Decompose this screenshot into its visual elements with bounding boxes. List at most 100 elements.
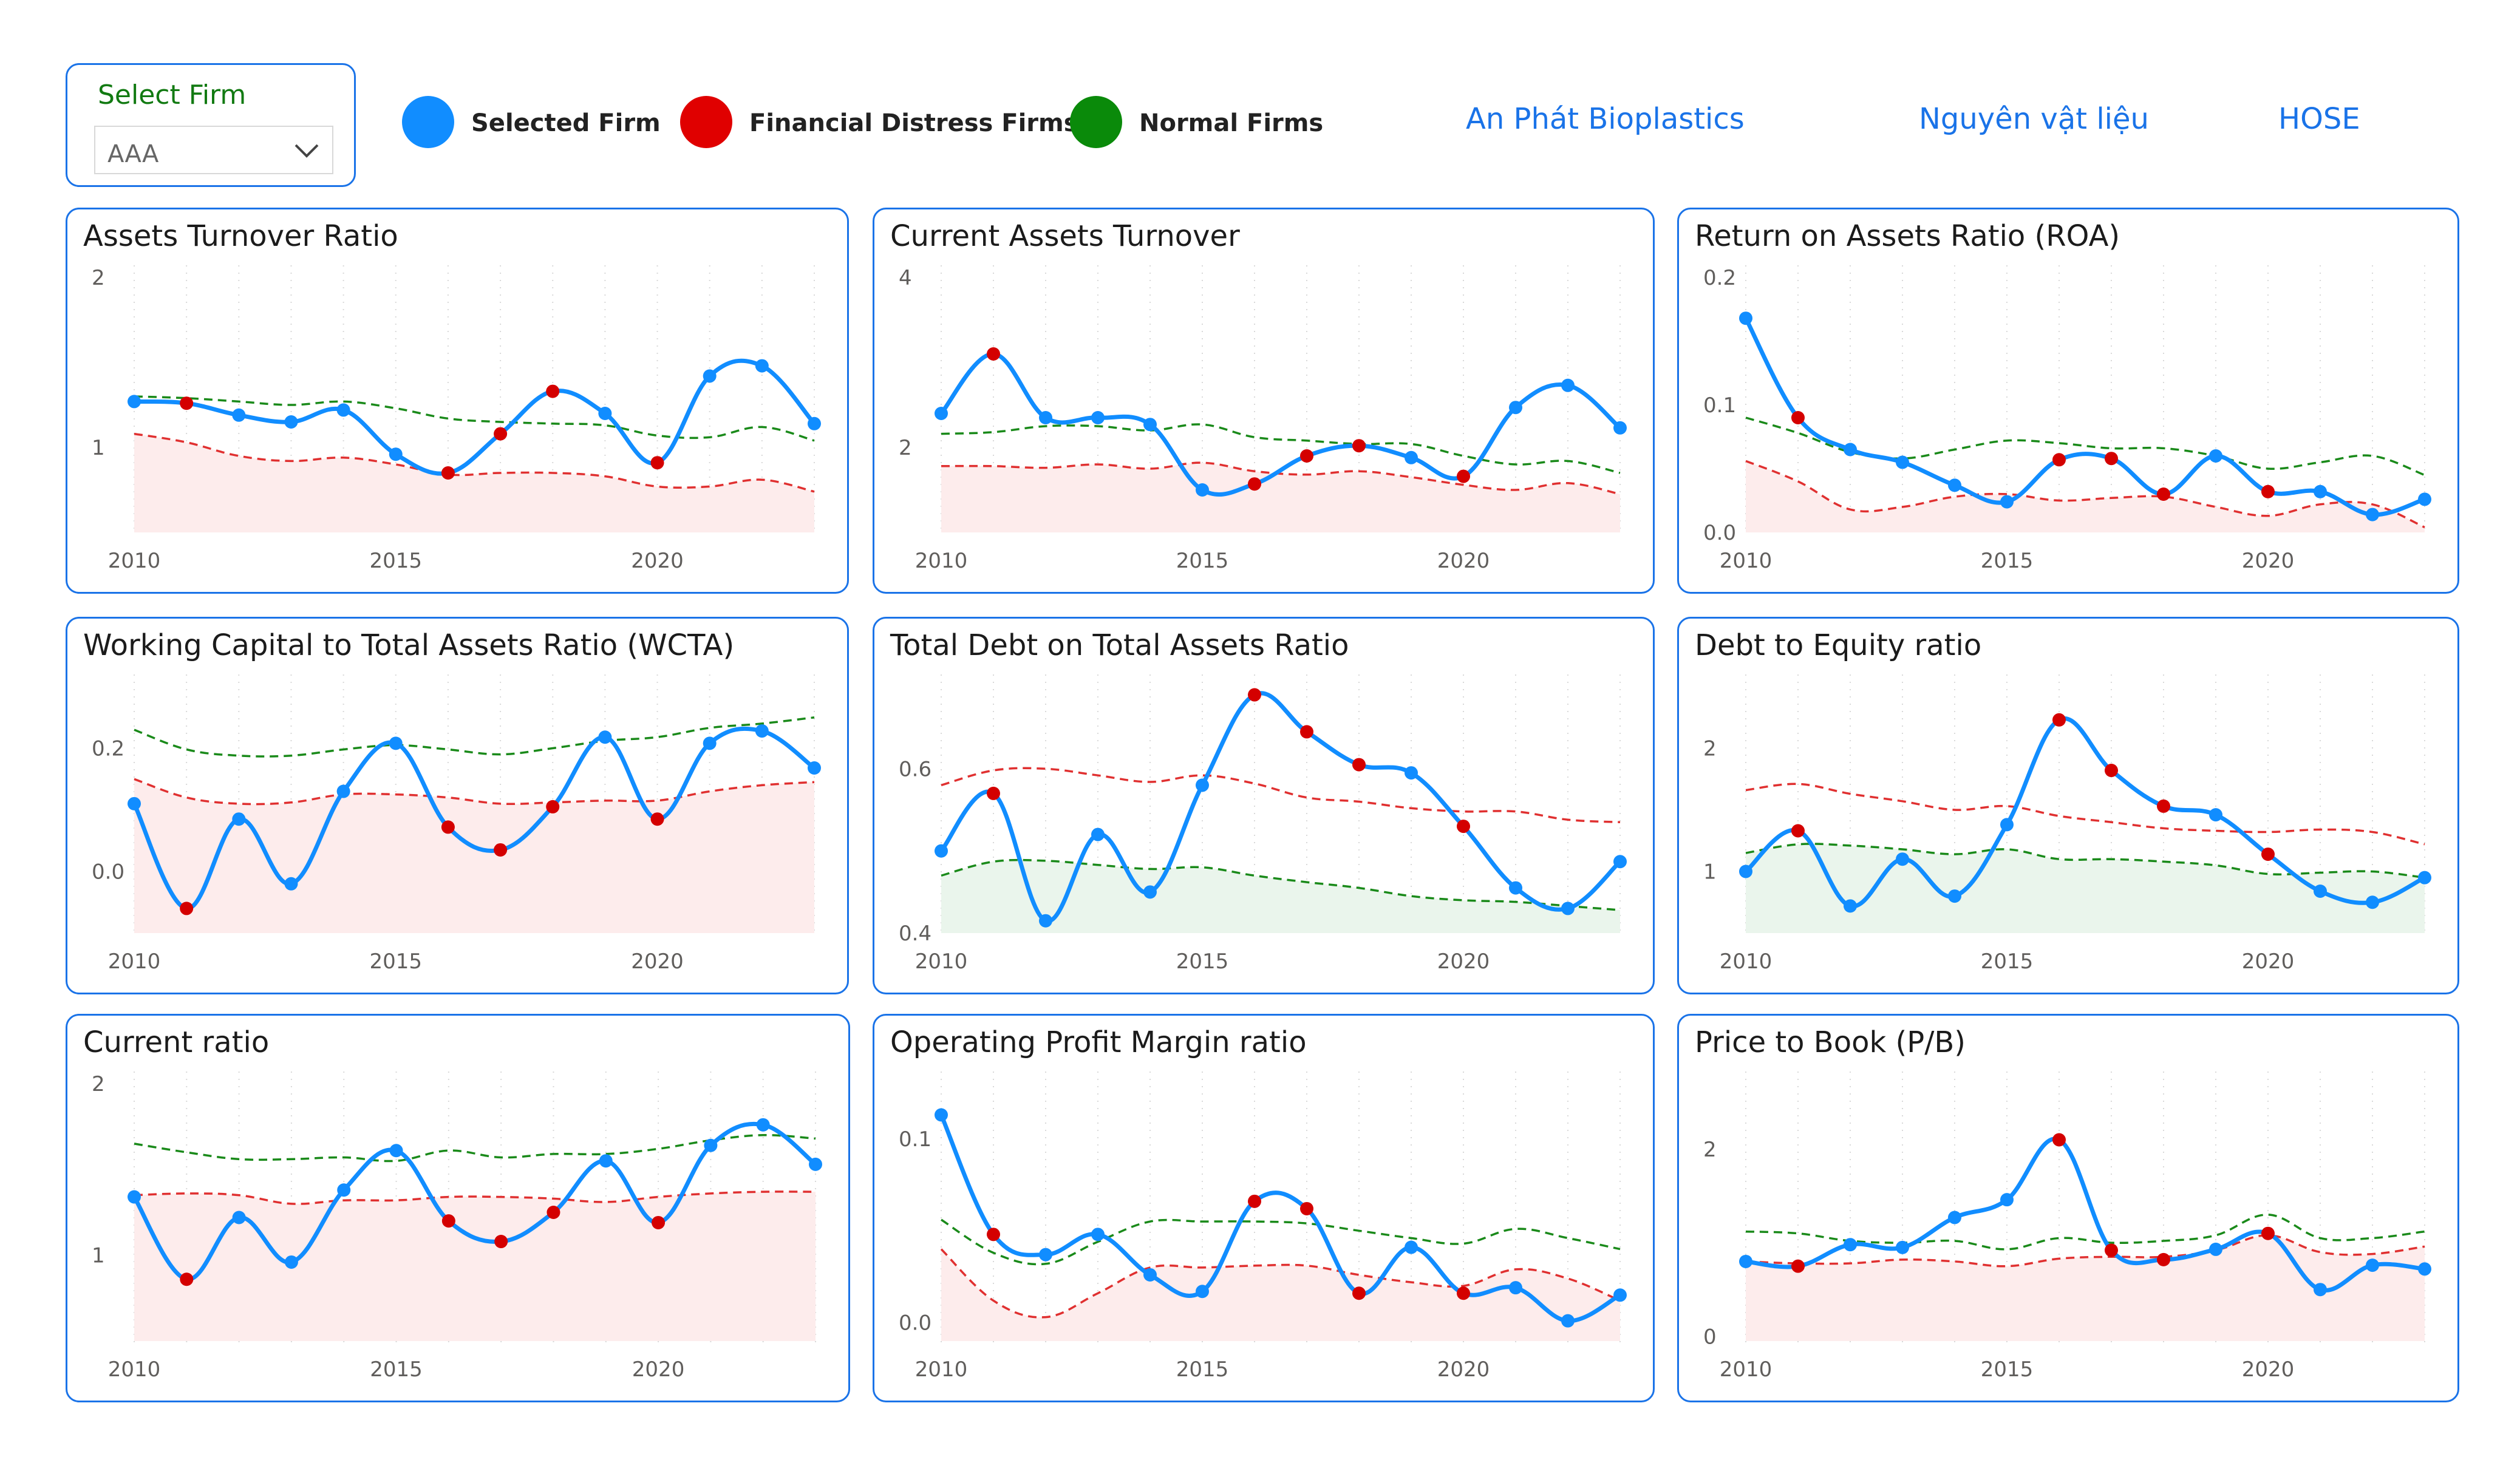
data-point-selected[interactable] [1896,852,1909,866]
data-point-selected[interactable] [284,415,298,429]
data-point-selected[interactable] [808,761,821,775]
data-point-selected[interactable] [1143,885,1157,899]
data-point-selected[interactable] [598,730,612,744]
data-point-selected[interactable] [935,407,948,420]
data-point-distress[interactable] [987,347,1000,361]
data-point-distress[interactable] [1248,477,1261,491]
data-point-selected[interactable] [389,447,403,461]
data-point-selected[interactable] [1844,899,1857,913]
data-point-selected[interactable] [935,1108,948,1122]
data-point-selected[interactable] [1196,778,1209,792]
data-point-selected[interactable] [599,1154,613,1168]
data-point-selected[interactable] [1039,1248,1052,1262]
data-point-selected[interactable] [284,1255,298,1269]
data-point-distress[interactable] [650,812,664,826]
data-point-distress[interactable] [2157,799,2170,813]
data-point-distress[interactable] [547,1206,560,1219]
data-point-selected[interactable] [2418,492,2431,506]
data-point-selected[interactable] [755,724,769,738]
data-point-selected[interactable] [1509,881,1522,895]
data-point-distress[interactable] [2052,1133,2066,1147]
data-point-selected[interactable] [2314,884,2327,898]
data-point-distress[interactable] [2157,1252,2170,1266]
data-point-selected[interactable] [1948,1211,1961,1224]
data-point-selected[interactable] [703,369,717,383]
data-point-distress[interactable] [494,427,508,441]
data-point-selected[interactable] [704,1138,718,1152]
data-point-distress[interactable] [1300,449,1313,463]
data-point-selected[interactable] [1739,864,1752,878]
data-point-selected[interactable] [389,1144,403,1158]
data-point-selected[interactable] [1143,418,1157,432]
data-point-selected[interactable] [2209,1242,2222,1256]
data-point-selected[interactable] [232,408,246,422]
data-point-distress[interactable] [1248,688,1261,702]
data-point-distress[interactable] [1300,1201,1313,1215]
data-point-selected[interactable] [2418,871,2431,885]
data-point-selected[interactable] [128,1190,141,1204]
data-point-selected[interactable] [809,1157,822,1171]
data-point-selected[interactable] [2209,808,2222,822]
data-point-distress[interactable] [494,843,508,857]
data-point-selected[interactable] [1613,1288,1627,1302]
data-point-distress[interactable] [2105,1243,2118,1257]
data-point-selected[interactable] [1896,1240,1909,1254]
data-point-selected[interactable] [2314,1283,2327,1297]
data-point-selected[interactable] [2366,508,2379,521]
data-point-selected[interactable] [1739,311,1752,325]
data-point-distress[interactable] [441,466,455,480]
data-point-distress[interactable] [1352,758,1366,772]
data-point-selected[interactable] [2000,1193,2014,1207]
data-point-selected[interactable] [1739,1254,1752,1268]
data-point-distress[interactable] [1352,439,1366,453]
data-point-selected[interactable] [1844,443,1857,457]
data-point-distress[interactable] [1457,469,1470,483]
data-point-selected[interactable] [2366,1258,2379,1272]
data-point-selected[interactable] [1844,1238,1857,1252]
data-point-selected[interactable] [389,736,403,750]
data-point-selected[interactable] [336,784,350,798]
data-point-selected[interactable] [1143,1268,1157,1282]
data-point-distress[interactable] [2105,764,2118,778]
data-point-selected[interactable] [755,359,769,373]
data-point-selected[interactable] [336,403,350,417]
data-point-selected[interactable] [232,812,246,826]
data-point-selected[interactable] [1613,421,1627,435]
data-point-distress[interactable] [441,1214,455,1228]
data-point-distress[interactable] [1791,411,1805,424]
data-point-distress[interactable] [987,786,1000,800]
data-point-distress[interactable] [2261,484,2275,498]
data-point-selected[interactable] [2418,1262,2431,1276]
data-point-distress[interactable] [1248,1194,1261,1208]
data-point-selected[interactable] [1091,1228,1105,1241]
data-point-distress[interactable] [180,902,194,915]
data-point-distress[interactable] [650,456,664,470]
data-point-selected[interactable] [284,877,298,891]
data-point-selected[interactable] [703,736,717,750]
data-point-selected[interactable] [935,844,948,858]
data-point-distress[interactable] [180,1272,194,1286]
firm-dropdown[interactable]: AAA [94,126,333,174]
data-point-selected[interactable] [1039,914,1052,928]
data-point-distress[interactable] [2105,452,2118,466]
data-point-distress[interactable] [2261,1226,2275,1240]
data-point-selected[interactable] [1613,855,1627,869]
data-point-distress[interactable] [1352,1286,1366,1300]
data-point-distress[interactable] [441,820,455,834]
data-point-distress[interactable] [1457,1286,1470,1300]
data-point-selected[interactable] [1405,450,1418,464]
data-point-distress[interactable] [494,1235,508,1249]
data-point-selected[interactable] [128,395,141,409]
data-point-distress[interactable] [1791,824,1805,838]
data-point-selected[interactable] [337,1183,351,1197]
data-point-selected[interactable] [1039,411,1052,424]
data-point-selected[interactable] [1561,378,1575,392]
data-point-selected[interactable] [1405,766,1418,780]
data-point-selected[interactable] [598,407,612,420]
data-point-selected[interactable] [808,416,821,430]
data-point-selected[interactable] [2366,895,2379,909]
data-point-selected[interactable] [1509,1281,1522,1295]
data-point-distress[interactable] [546,800,560,813]
data-point-selected[interactable] [1509,401,1522,415]
data-point-selected[interactable] [1196,1285,1209,1299]
